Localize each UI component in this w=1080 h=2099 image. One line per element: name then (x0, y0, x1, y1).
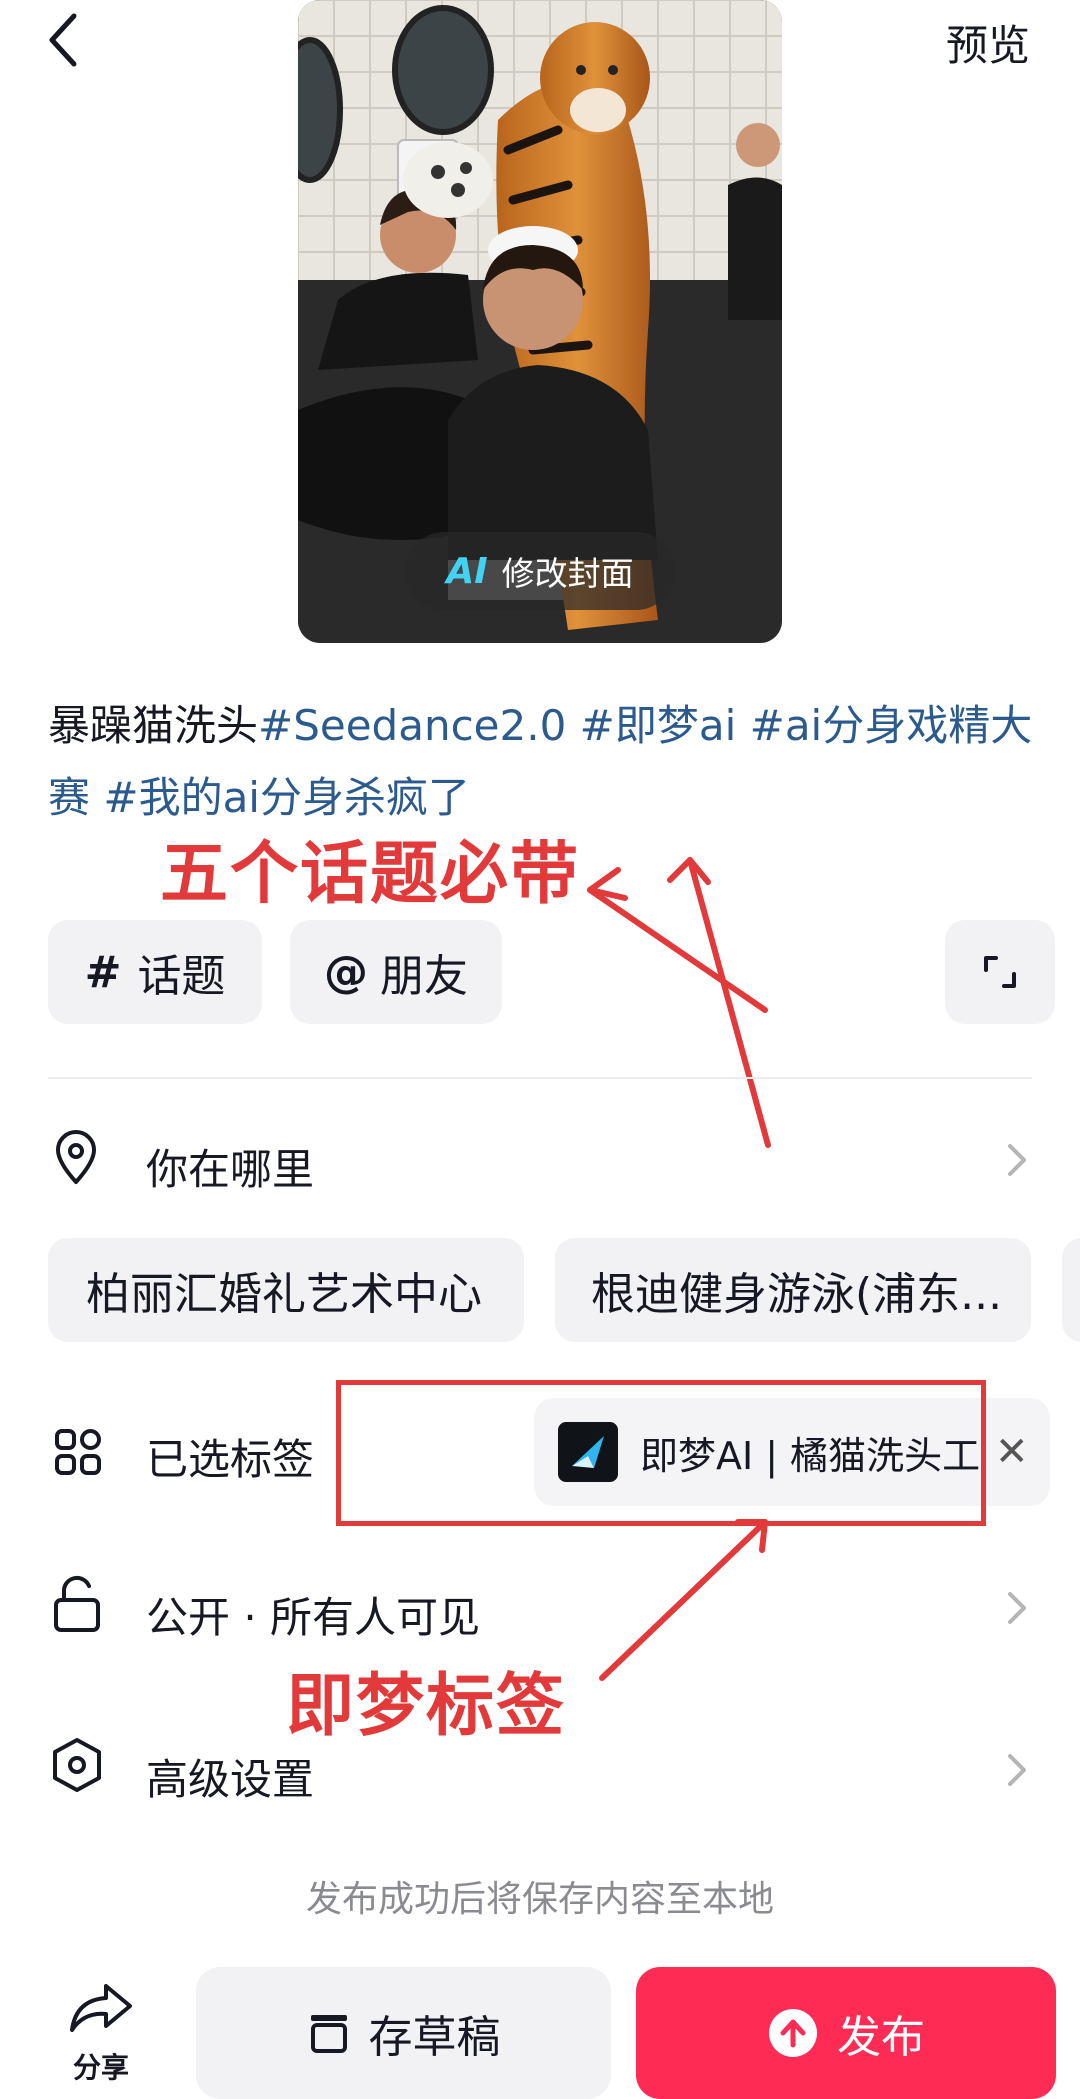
topic-tag[interactable]: #Seedance2.0 (258, 701, 566, 750)
expand-icon (984, 956, 1016, 988)
location-suggestion[interactable]: 柏丽汇婚礼艺术中心 (48, 1238, 524, 1342)
back-icon[interactable] (40, 10, 100, 70)
draft-box-icon (310, 2015, 347, 2053)
caption-prefix: 暴躁猫洗头 (48, 701, 259, 750)
ai-icon: AI (446, 550, 488, 592)
share-arrow-icon (70, 1984, 132, 2032)
publish-button[interactable]: 发布 (636, 1967, 1056, 2099)
save-draft-button[interactable]: 存草稿 (196, 1967, 611, 2099)
location-suggestion[interactable]: 根迪健身游泳(浦东... (555, 1238, 1031, 1342)
annotation-arrow (599, 1519, 768, 1681)
topic-tag[interactable]: #我的ai分身杀疯了 (103, 773, 470, 822)
location-suggestion-label: 根迪健身游泳(浦东... (591, 1269, 1003, 1320)
share-button[interactable]: 分享 (58, 1980, 144, 2086)
topic-tag[interactable]: #即梦ai (580, 701, 737, 750)
save-draft-label: 存草稿 (368, 2012, 501, 2063)
location-row[interactable]: 你在哪里 (48, 1120, 1032, 1200)
unlock-icon (54, 1575, 100, 1632)
location-pin-icon (56, 1130, 96, 1184)
annotation-topics-note: 五个话题必带 (160, 835, 581, 914)
publish-label: 发布 (837, 2012, 925, 2063)
selected-tags-label: 已选标签 (146, 1435, 315, 1484)
mention-friend-label: 朋友 (380, 951, 468, 1002)
annotation-arrows (587, 857, 771, 1148)
privacy-row[interactable]: 公开 · 所有人可见 (48, 1570, 1032, 1650)
expand-editor-button[interactable] (945, 920, 1055, 1024)
tags-grid-icon (55, 1429, 101, 1475)
advanced-settings-row[interactable]: 高级设置 (48, 1730, 1032, 1810)
location-suggestion-partial[interactable] (1062, 1238, 1080, 1342)
save-local-note: 发布成功后将保存内容至本地 (305, 1879, 774, 1920)
chevron-right-icon (1008, 1144, 1026, 1176)
hashtag-icon: # (84, 946, 122, 998)
location-suggestion-label: 柏丽汇婚礼艺术中心 (86, 1269, 482, 1320)
preview-button[interactable]: 预览 (946, 12, 1030, 73)
caption-text[interactable]: 暴躁猫洗头#Seedance2.0 #即梦ai #ai分身戏精大赛 #我的ai分… (48, 690, 1038, 834)
divider (48, 1077, 1032, 1079)
share-label: 分享 (72, 2051, 129, 2084)
chevron-right-icon (1008, 1592, 1026, 1624)
upload-arrow-icon (769, 2009, 817, 2057)
edit-cover-button[interactable]: AI 修改封面 (405, 532, 675, 610)
location-label: 你在哪里 (146, 1145, 315, 1194)
remove-tag-icon[interactable]: ✕ (995, 1429, 1029, 1475)
advanced-settings-label: 高级设置 (146, 1755, 315, 1804)
privacy-label: 公开 · 所有人可见 (146, 1593, 481, 1642)
add-topic-label: 话题 (137, 951, 226, 1002)
add-topic-button[interactable]: # 话题 (48, 920, 262, 1024)
settings-hexagon-icon (53, 1738, 101, 1792)
mention-friend-button[interactable]: @ 朋友 (290, 920, 502, 1024)
chevron-right-icon (1008, 1754, 1026, 1786)
at-icon: @ (324, 946, 368, 998)
edit-cover-label: 修改封面 (501, 554, 634, 593)
